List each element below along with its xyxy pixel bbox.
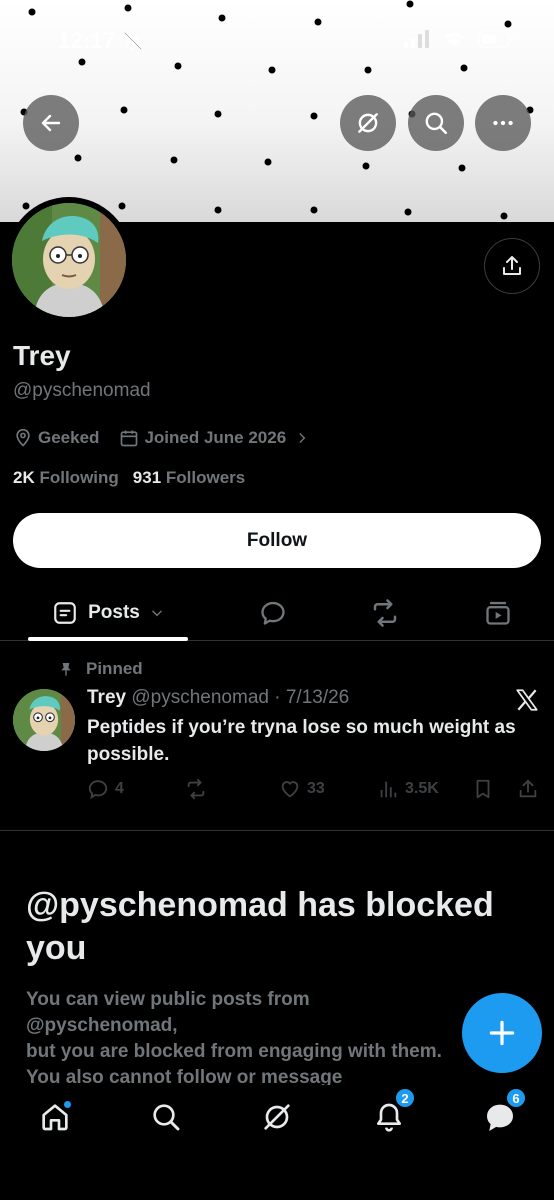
grok-button[interactable] bbox=[340, 95, 396, 151]
messages-badge: 6 bbox=[505, 1087, 527, 1109]
avatar-image bbox=[12, 203, 126, 317]
like-button[interactable]: 33 bbox=[279, 778, 325, 800]
followers-label: Followers bbox=[165, 468, 246, 487]
battery-icon bbox=[478, 30, 514, 53]
pinned-indicator: Pinned bbox=[58, 659, 143, 679]
calendar-icon bbox=[121, 430, 138, 447]
status-time: 12:17 bbox=[58, 28, 116, 53]
profile-tabs: Posts bbox=[0, 585, 554, 641]
blocked-description: You can view public posts from @pyscheno… bbox=[26, 989, 442, 1085]
search-button[interactable] bbox=[408, 95, 464, 151]
silent-mode-icon bbox=[122, 30, 144, 57]
back-button[interactable] bbox=[23, 95, 79, 151]
joined-text: Joined June 2026 bbox=[144, 428, 287, 447]
post-author-avatar[interactable] bbox=[13, 689, 75, 751]
repost-icon bbox=[187, 778, 205, 800]
repost-icon bbox=[373, 599, 397, 627]
heart-icon bbox=[281, 781, 299, 798]
profile-handle: @pyschenomad bbox=[13, 380, 151, 401]
nav-messages[interactable]: 6 bbox=[475, 1087, 527, 1137]
active-tab-indicator bbox=[28, 637, 188, 641]
following-label: Following bbox=[39, 468, 119, 487]
profile-name: Trey bbox=[13, 340, 71, 371]
search-icon bbox=[153, 1104, 180, 1131]
pin-icon bbox=[61, 663, 71, 676]
views-button[interactable]: 3.5K bbox=[377, 778, 439, 800]
share-post-button[interactable] bbox=[517, 778, 539, 800]
chevron-right-icon bbox=[299, 433, 306, 443]
arrow-left-icon bbox=[41, 114, 61, 132]
reply-button[interactable]: 4 bbox=[87, 778, 124, 800]
bottom-navigation: 2 6 bbox=[0, 1085, 554, 1200]
followers-link[interactable]: 931 Followers bbox=[133, 468, 245, 488]
follow-button[interactable]: Follow bbox=[13, 513, 541, 568]
analytics-icon bbox=[380, 781, 397, 798]
nav-grok[interactable] bbox=[252, 1097, 302, 1137]
compose-post-button[interactable] bbox=[462, 993, 542, 1073]
tab-posts-label: Posts bbox=[88, 602, 140, 623]
post-actions: 4 33 3.5K bbox=[87, 778, 542, 804]
post-header: Trey @pyschenomad · 7/13/26 bbox=[87, 687, 349, 709]
divider bbox=[0, 830, 554, 831]
followers-count: 931 bbox=[132, 468, 162, 487]
repost-button[interactable] bbox=[185, 778, 207, 800]
joined-date[interactable]: Joined June 2026 bbox=[119, 428, 309, 448]
tab-posts[interactable]: Posts bbox=[28, 585, 188, 641]
notifications-badge: 2 bbox=[394, 1087, 416, 1109]
posts-icon bbox=[54, 602, 76, 624]
reply-count: 4 bbox=[115, 780, 124, 797]
share-profile-button[interactable] bbox=[484, 238, 540, 294]
tab-reposts[interactable] bbox=[357, 585, 413, 641]
cellular-signal-icon bbox=[404, 30, 430, 53]
location-text: Geeked bbox=[38, 428, 100, 447]
bookmark-button[interactable] bbox=[472, 778, 494, 800]
profile-avatar[interactable] bbox=[6, 197, 132, 323]
like-count: 33 bbox=[307, 780, 325, 797]
blocked-title: @pyschenomad has blocked you bbox=[26, 886, 494, 967]
wifi-icon bbox=[442, 30, 466, 53]
bookmark-icon bbox=[476, 779, 490, 799]
grok-icon bbox=[264, 1104, 290, 1130]
location-pin-icon bbox=[16, 428, 30, 447]
ellipsis-icon bbox=[493, 120, 513, 126]
profile-meta: Geeked Joined June 2026 bbox=[13, 428, 329, 448]
post-text: Peptides if you’re tryna lose so much we… bbox=[87, 717, 516, 765]
tab-replies[interactable] bbox=[245, 585, 301, 641]
following-count: 2K bbox=[13, 468, 35, 487]
post-author-name[interactable]: Trey bbox=[87, 687, 126, 708]
post-author-handle-date: @pyschenomad · 7/13/26 bbox=[131, 687, 350, 708]
more-options-button[interactable] bbox=[475, 95, 531, 151]
location: Geeked bbox=[13, 428, 99, 448]
chevron-down-icon bbox=[152, 610, 162, 617]
nav-search[interactable] bbox=[141, 1097, 191, 1137]
media-icon bbox=[486, 601, 510, 625]
follow-stats: 2K Following 931 Followers bbox=[13, 468, 245, 488]
tab-media[interactable] bbox=[470, 585, 526, 641]
reply-bubble-icon bbox=[261, 601, 285, 625]
following-link[interactable]: 2K Following bbox=[13, 468, 119, 488]
views-count: 3.5K bbox=[405, 780, 439, 797]
grok-icon bbox=[358, 113, 378, 133]
search-icon bbox=[425, 112, 448, 135]
home-unread-dot bbox=[63, 1100, 72, 1109]
reply-icon bbox=[88, 780, 108, 800]
nav-notifications[interactable]: 2 bbox=[364, 1087, 416, 1137]
plus-icon bbox=[489, 1020, 515, 1046]
share-icon bbox=[503, 256, 521, 275]
share-icon bbox=[519, 779, 537, 798]
nav-home[interactable] bbox=[30, 1097, 80, 1137]
pinned-label: Pinned bbox=[86, 659, 143, 678]
